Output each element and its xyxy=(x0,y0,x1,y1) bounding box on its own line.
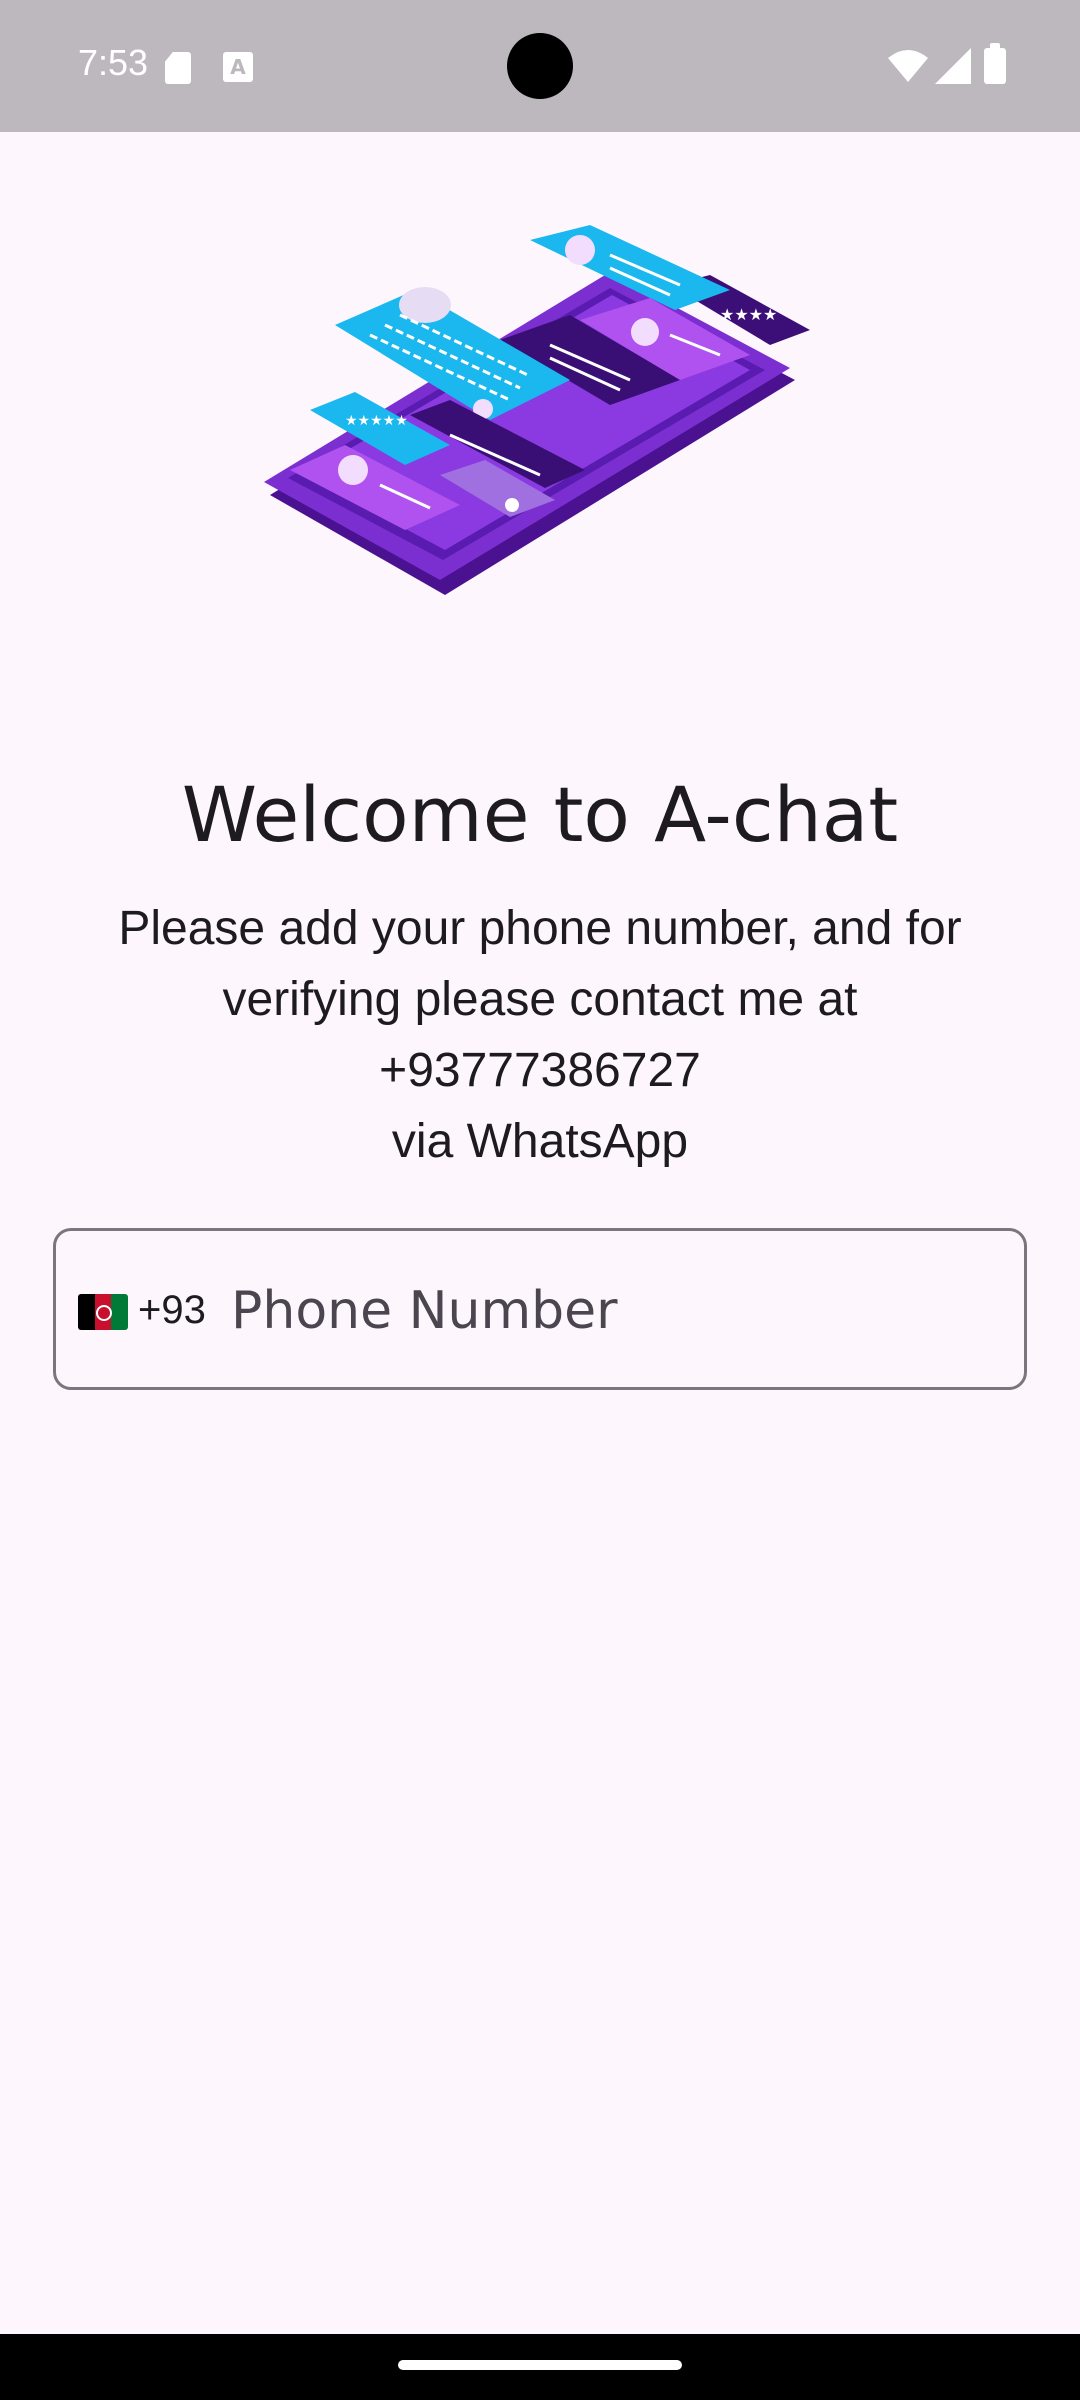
description-line-4: via WhatsApp xyxy=(391,1115,689,1168)
camera-cutout xyxy=(507,33,573,99)
welcome-description: Please add your phone number, and for ve… xyxy=(60,893,1020,1177)
welcome-title: Welcome to A-chat xyxy=(181,770,899,859)
status-bar: 7:53 A xyxy=(0,0,1080,132)
description-line-1: Please add your phone number, and for xyxy=(118,902,962,955)
phone-number-field[interactable]: +93 xyxy=(53,1228,1027,1390)
status-time: 7:53 xyxy=(78,42,149,83)
home-indicator[interactable] xyxy=(398,2360,682,2370)
sd-card-icon xyxy=(165,52,191,84)
wifi-icon xyxy=(888,50,928,82)
country-dial-code[interactable]: +93 xyxy=(138,1288,206,1333)
a-text-icon: A xyxy=(223,52,253,82)
battery-icon xyxy=(984,43,1006,84)
phone-number-input[interactable] xyxy=(231,1261,1011,1361)
svg-text:★★★★: ★★★★ xyxy=(720,305,777,324)
description-line-2: verifying please contact me at xyxy=(222,973,858,1026)
svg-text:★★★★★: ★★★★★ xyxy=(345,413,408,429)
phone-chat-illustration: ★★★★ ★★★★★ xyxy=(264,225,810,595)
signal-icon xyxy=(935,48,971,84)
afghanistan-flag-icon[interactable] xyxy=(78,1294,128,1330)
contact-number: +93777386727 xyxy=(379,1044,701,1097)
